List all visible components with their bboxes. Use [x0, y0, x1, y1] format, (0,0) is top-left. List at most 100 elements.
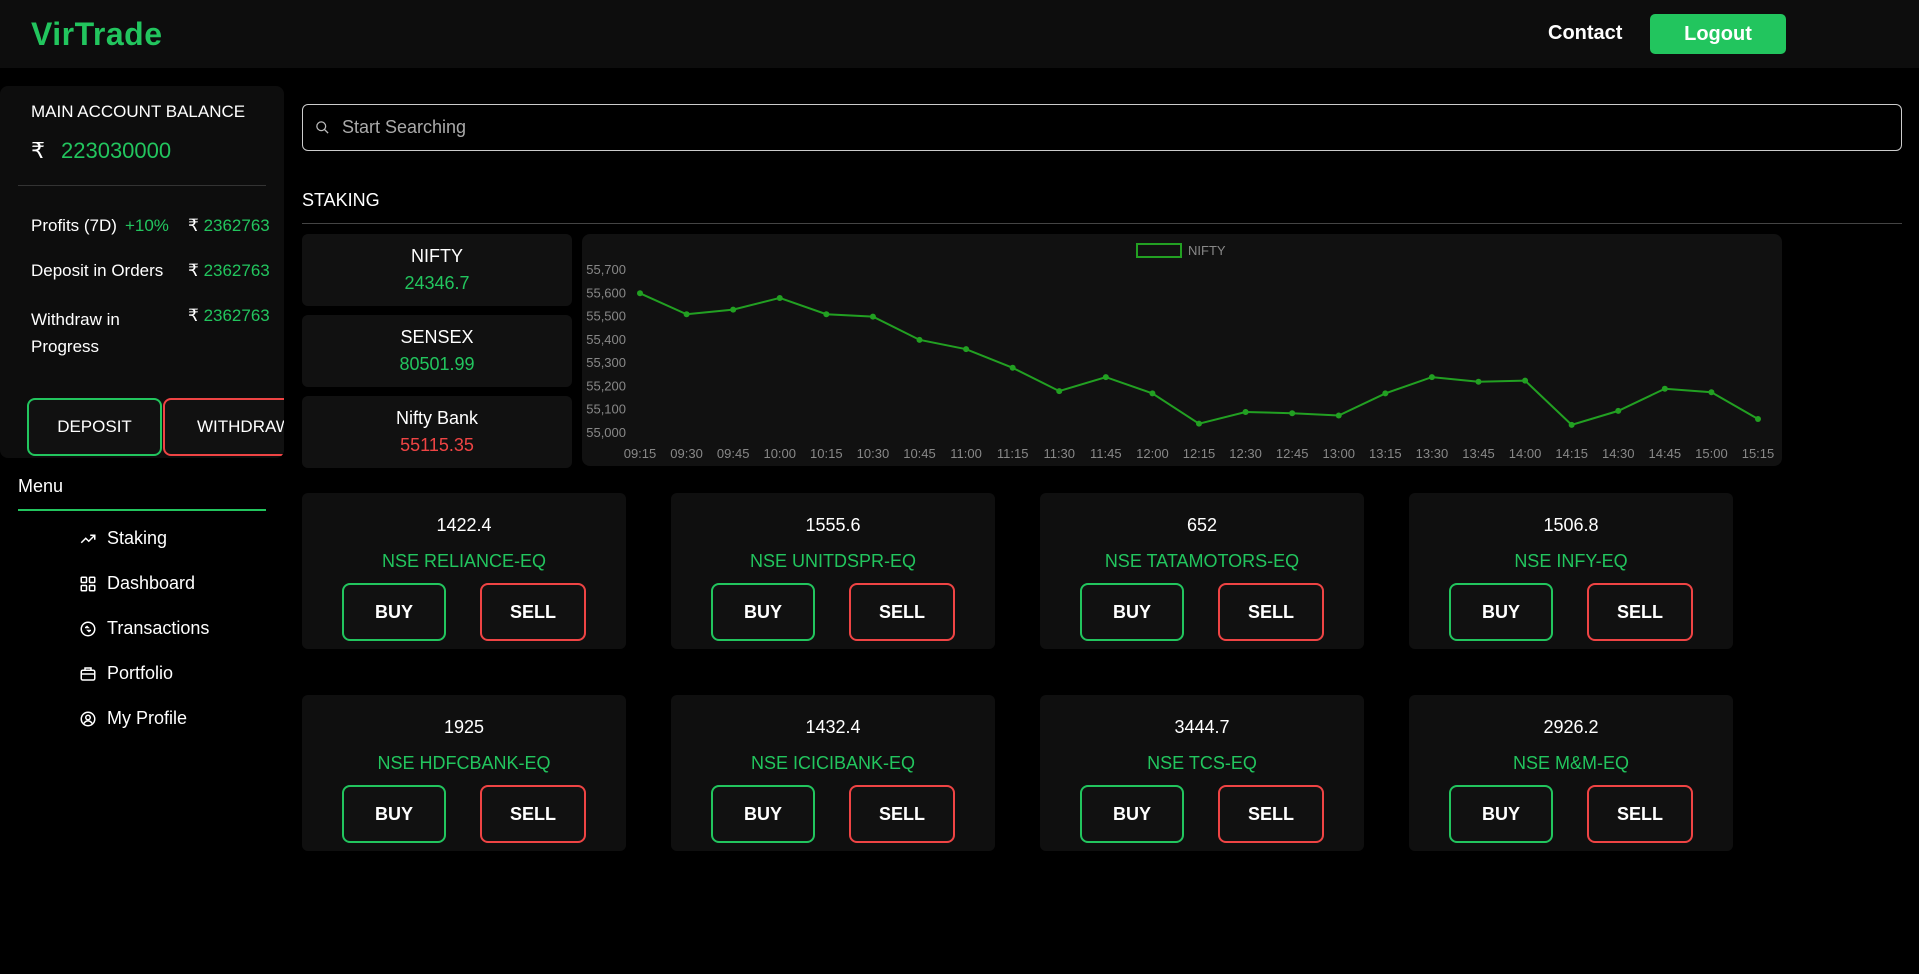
data-point [1009, 364, 1016, 371]
index-value: 24346.7 [404, 273, 470, 293]
stock-symbol[interactable]: NSE TCS-EQ [1040, 753, 1364, 774]
stock-card: 1925 NSE HDFCBANK-EQ BUY SELL [302, 695, 626, 851]
search-icon [316, 121, 329, 134]
sell-button[interactable]: SELL [1587, 785, 1693, 843]
x-tick-label: 10:45 [903, 446, 936, 461]
contact-link[interactable]: Contact [1548, 22, 1622, 45]
profits-label: Profits (7D) +10% [31, 216, 169, 236]
data-point [1196, 420, 1202, 427]
deposit-orders-value: ₹ 2362763 [188, 261, 270, 281]
stock-price: 3444.7 [1174, 717, 1230, 737]
data-point [1755, 416, 1761, 423]
data-point [869, 313, 876, 320]
stock-card: 1432.4 NSE ICICIBANK-EQ BUY SELL [671, 695, 995, 851]
data-point [1615, 407, 1622, 414]
index-card-nifty[interactable]: NIFTY 24346.7 [302, 234, 572, 306]
legend-swatch [1136, 243, 1182, 258]
sell-button[interactable]: SELL [1218, 785, 1324, 843]
menu-title: Menu [18, 476, 64, 496]
withdraw-button[interactable]: WITHDRAW [163, 398, 284, 456]
buy-button[interactable]: BUY [1080, 583, 1184, 641]
x-tick-label: 15:00 [1695, 446, 1728, 461]
buy-button[interactable]: BUY [711, 583, 815, 641]
stock-symbol[interactable]: NSE INFY-EQ [1409, 551, 1733, 572]
x-tick-label: 13:15 [1369, 446, 1402, 461]
menu-item-staking[interactable]: Staking [79, 528, 167, 549]
sell-button[interactable]: SELL [849, 583, 955, 641]
app-logo[interactable]: VirTrade [31, 16, 162, 53]
search-input[interactable] [342, 117, 1842, 138]
withdraw-label-line1: Withdraw in [31, 310, 120, 329]
x-tick-label: 13:00 [1322, 446, 1355, 461]
buy-button[interactable]: BUY [1080, 785, 1184, 843]
buy-button[interactable]: BUY [1449, 583, 1553, 641]
rupee-icon: ₹ [188, 261, 199, 280]
divider [18, 185, 266, 186]
data-point [1475, 378, 1482, 385]
withdraw-progress-value: ₹ 2362763 [188, 306, 270, 326]
buy-button[interactable]: BUY [711, 785, 815, 843]
data-point [637, 290, 643, 297]
sell-button[interactable]: SELL [1218, 583, 1324, 641]
sell-button[interactable]: SELL [1587, 583, 1693, 641]
stock-price: 1555.6 [805, 515, 861, 535]
x-tick-label: 11:45 [1090, 446, 1122, 461]
index-card-sensex[interactable]: SENSEX 80501.99 [302, 315, 572, 387]
deposit-orders-label: Deposit in Orders [31, 261, 164, 280]
stock-symbol[interactable]: NSE TATAMOTORS-EQ [1040, 551, 1364, 572]
data-point [1335, 412, 1342, 419]
x-tick-label: 11:15 [997, 446, 1029, 461]
rupee-icon: ₹ [188, 216, 199, 235]
x-tick-label: 10:30 [857, 446, 890, 461]
data-point [1382, 390, 1389, 397]
menu-item-transactions[interactable]: Transactions [79, 618, 209, 639]
stock-card: 3444.7 NSE TCS-EQ BUY SELL [1040, 695, 1364, 851]
data-point [1102, 374, 1109, 381]
logout-button[interactable]: Logout [1650, 14, 1786, 54]
y-tick-label: 55,600 [586, 285, 626, 300]
data-point [1056, 388, 1063, 395]
x-tick-label: 12:15 [1183, 446, 1216, 461]
index-name: SENSEX [400, 327, 474, 347]
dashboard-grid-icon [80, 576, 96, 591]
stock-symbol[interactable]: NSE HDFCBANK-EQ [302, 753, 626, 774]
search-bar[interactable] [302, 104, 1902, 151]
sell-button[interactable]: SELL [480, 583, 586, 641]
stock-price: 1422.4 [436, 515, 492, 535]
sell-button[interactable]: SELL [849, 785, 955, 843]
data-point [683, 311, 690, 318]
sell-button[interactable]: SELL [480, 785, 586, 843]
profits-value-text: 2362763 [203, 216, 270, 235]
profits-label-text: Profits (7D) [31, 216, 117, 235]
index-card-nifty-bank[interactable]: Nifty Bank 55115.35 [302, 396, 572, 468]
buy-button[interactable]: BUY [342, 583, 446, 641]
stock-symbol[interactable]: NSE RELIANCE-EQ [302, 551, 626, 572]
x-tick-label: 14:00 [1509, 446, 1542, 461]
data-point [963, 346, 970, 353]
menu-item-label: Staking [107, 528, 168, 548]
withdraw-value-text: 2362763 [203, 306, 270, 325]
y-tick-label: 55,700 [586, 262, 626, 277]
menu-item-my-profile[interactable]: My Profile [79, 708, 187, 729]
stock-symbol[interactable]: NSE UNITDSPR-EQ [671, 551, 995, 572]
menu-item-label: Transactions [107, 618, 210, 638]
deposit-button[interactable]: DEPOSIT [27, 398, 162, 456]
stock-card: 2926.2 NSE M&M-EQ BUY SELL [1409, 695, 1733, 851]
transactions-icon [80, 621, 96, 636]
y-tick-label: 55,500 [586, 309, 626, 324]
menu-item-dashboard[interactable]: Dashboard [79, 573, 195, 594]
buy-button[interactable]: BUY [342, 785, 446, 843]
x-tick-label: 11:00 [950, 446, 982, 461]
stock-card: 1506.8 NSE INFY-EQ BUY SELL [1409, 493, 1733, 649]
x-tick-label: 10:15 [810, 446, 843, 461]
data-point [1428, 374, 1435, 381]
stock-symbol[interactable]: NSE ICICIBANK-EQ [671, 753, 995, 774]
buy-button[interactable]: BUY [1449, 785, 1553, 843]
menu-item-portfolio[interactable]: Portfolio [79, 663, 173, 684]
rupee-icon: ₹ [188, 306, 199, 325]
trending-up-icon [80, 534, 96, 543]
stock-symbol[interactable]: NSE M&M-EQ [1409, 753, 1733, 774]
y-tick-label: 55,100 [586, 402, 626, 417]
index-name: NIFTY [411, 246, 463, 266]
series-line-nifty [639, 292, 1759, 426]
